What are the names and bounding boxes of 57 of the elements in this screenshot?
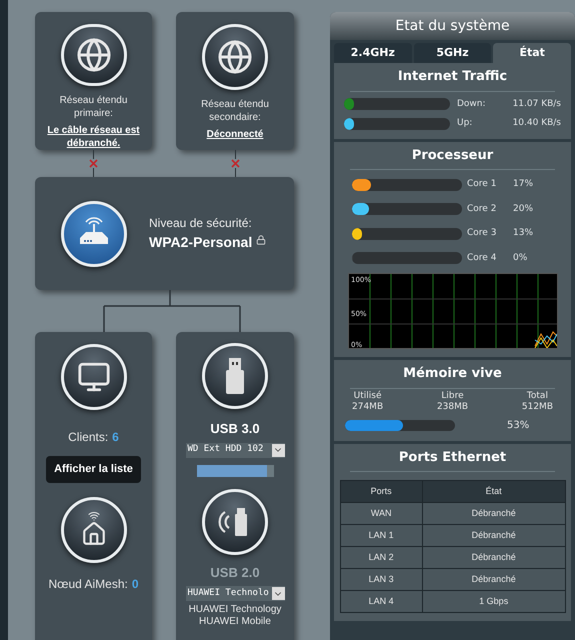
device-description: HUAWEI Technology [188, 604, 282, 616]
memory-stat-label: Total [526, 390, 548, 402]
wan-label: Réseau étendu primaire: [58, 94, 128, 120]
usb-drive-icon[interactable] [202, 343, 268, 409]
wireless-usb-icon[interactable] [202, 488, 268, 554]
device-select[interactable]: WD Ext HDD 102 [186, 442, 284, 458]
wan-status-link[interactable]: Déconnecté [198, 128, 272, 141]
memory-stat-label: Utilisé [354, 390, 382, 402]
section-title: Ports Ethernet [350, 444, 555, 472]
computer-icon[interactable] [60, 344, 126, 410]
wan-status-link[interactable]: Le câble réseau est débranché. [39, 124, 148, 150]
clients-label: Clients: [68, 429, 108, 446]
section-title: Processeur [350, 142, 555, 170]
traffic-value: 11.07 KB/s [512, 98, 561, 110]
device-description: HUAWEI Mobile [199, 616, 271, 628]
traffic-label: Down: [457, 98, 487, 110]
core-value: 13% [513, 227, 534, 240]
globe-icon[interactable] [202, 24, 268, 90]
core-value: 0% [513, 252, 528, 264]
column-header: État [422, 480, 565, 502]
memory-stat-label: Libre [441, 390, 464, 402]
section-title: Internet Traffic [350, 63, 555, 92]
panel-tab[interactable]: 2.4GHz [334, 43, 412, 63]
table-cell: LAN 4 [340, 590, 422, 612]
core-label: Core 1 [467, 178, 498, 191]
disconnected-x-icon [89, 159, 98, 168]
panel-title: Etat du système [330, 12, 575, 40]
wan-label: Réseau étendu secondaire: [200, 98, 270, 124]
memory-stat-value: 512MB [522, 402, 553, 412]
traffic-label: Up: [457, 117, 474, 130]
core-value: 20% [513, 202, 534, 216]
security-label: Niveau de sécurité: [149, 215, 253, 232]
core-label: Core 2 [467, 202, 498, 216]
traffic-value: 10.40 KB/s [512, 117, 561, 130]
aimesh-icon[interactable] [60, 496, 126, 562]
section-title: Mémoire vive [350, 360, 555, 388]
table-cell: 1 Gbps [422, 590, 565, 612]
usb-title: USB 2.0 [210, 564, 260, 582]
memory-percent: 53% [507, 418, 530, 432]
show-list-button[interactable]: Afficher la liste [46, 456, 141, 482]
core-label: Core 4 [467, 252, 498, 264]
usb-title: USB 3.0 [210, 420, 260, 438]
globe-icon[interactable] [60, 24, 126, 86]
column-header: Ports [340, 480, 422, 502]
panel-tab[interactable]: État [493, 43, 572, 63]
disconnected-x-icon [230, 159, 240, 168]
memory-stat-value: 274MB [352, 402, 384, 412]
core-label: Core 3 [467, 227, 498, 240]
lock-icon [256, 235, 266, 245]
memory-stat-value: 238MB [436, 402, 468, 412]
usage-lines-drawing [534, 331, 557, 349]
security-value: WPA2-Personal [149, 233, 252, 252]
aimesh-label: Nœud AiMesh: [48, 576, 128, 592]
panel-tab[interactable]: 5GHz [414, 43, 492, 63]
router-icon[interactable] [61, 200, 127, 266]
core-value: 17% [513, 178, 534, 191]
device-select[interactable]: HUAWEI Technolo [186, 586, 284, 601]
